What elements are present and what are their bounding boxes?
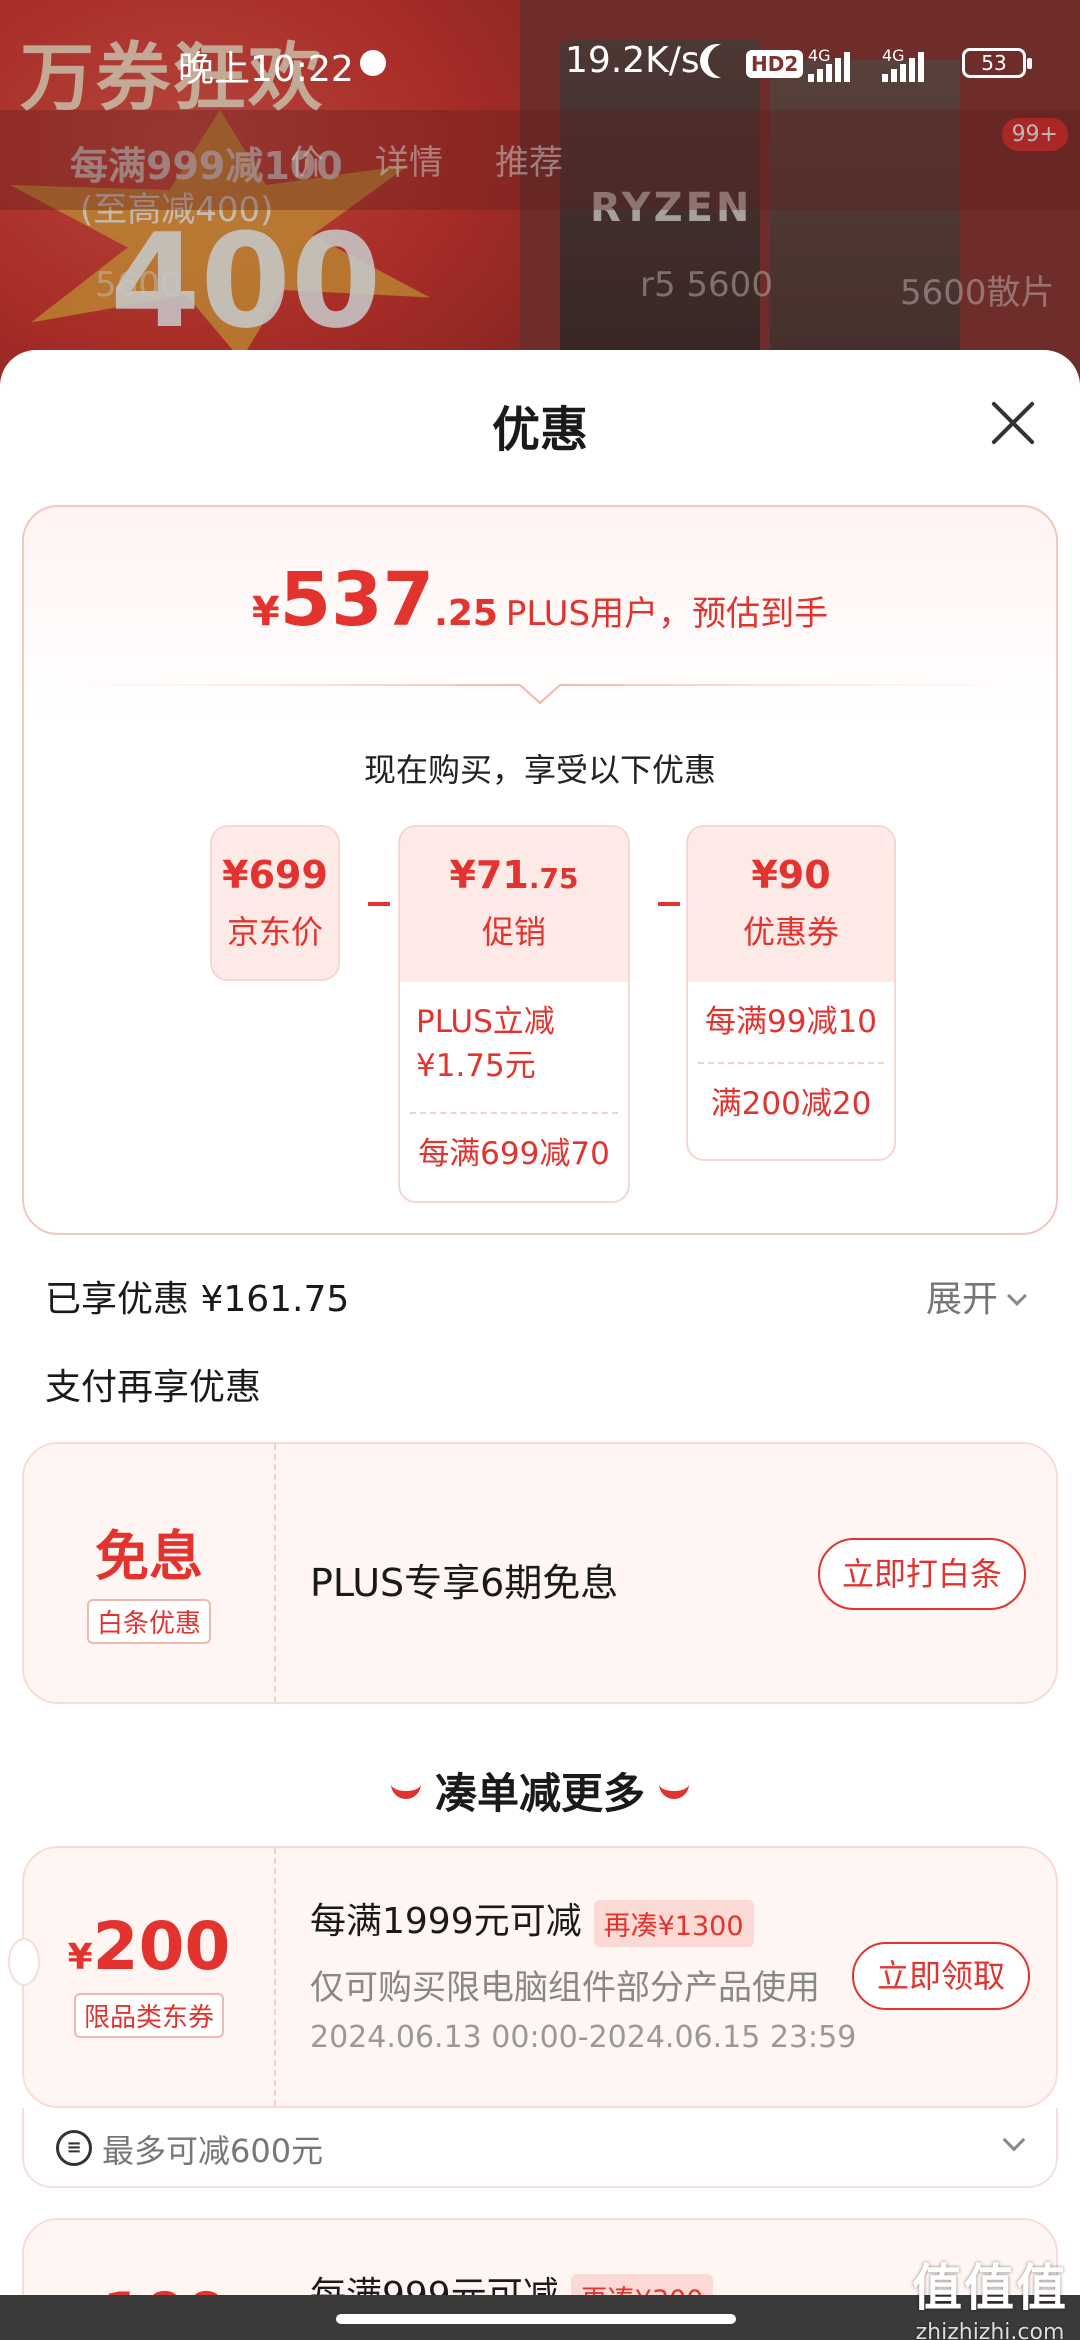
jd-price-currency: ¥ bbox=[222, 853, 249, 897]
smile-icon-2 bbox=[659, 1783, 689, 1799]
currency-symbol: ¥ bbox=[251, 589, 280, 635]
watermark: 值值值 zhizhizhi.com bbox=[912, 2248, 1068, 2340]
price-decimal: .25 bbox=[434, 593, 498, 634]
promo-currency: ¥ bbox=[449, 853, 476, 897]
baitiao-button[interactable]: 立即打白条 bbox=[818, 1538, 1026, 1610]
expand-label: 展开 bbox=[926, 1279, 999, 1320]
coupon-item-2: 满200减20 bbox=[710, 1086, 872, 1122]
jd-price-box: ¥699 京东价 bbox=[210, 825, 340, 981]
promo-item-plus: PLUS立减¥1.75元 bbox=[416, 1004, 555, 1084]
promo-item-threshold: 每满699减70 bbox=[418, 1136, 610, 1172]
baitiao-text: PLUS专享6期免息 bbox=[310, 1561, 619, 1605]
status-bar: 晚上10:22 19.2K/s HD2 4G 4G 53 bbox=[0, 30, 1080, 90]
more-title-text: 凑单减更多 bbox=[434, 1769, 645, 1818]
smile-icon bbox=[390, 1783, 421, 1799]
signal-bars-icon-2 bbox=[882, 52, 924, 82]
coupon-summary-box: ¥90 优惠券 每满99减10 满200减20 bbox=[686, 825, 896, 1161]
notification-icon bbox=[360, 50, 386, 76]
home-indicator[interactable] bbox=[336, 2314, 736, 2324]
minus-sign-2 bbox=[658, 902, 680, 906]
interest-free-label: 免息 bbox=[95, 1525, 203, 1588]
more-discount-title: 凑单减更多 bbox=[0, 1760, 1080, 1821]
chevron-down-icon bbox=[1002, 2128, 1026, 2152]
watermark-url: zhizhizhi.com bbox=[915, 2320, 1065, 2340]
price-label: PLUS用户，预估到手 bbox=[505, 594, 829, 634]
coupon-description: 仅可购买限电脑组件部分产品使用 bbox=[310, 1968, 820, 2008]
coupon-title: 每满1999元可减 再凑¥1300 bbox=[310, 1892, 754, 1947]
expand-button[interactable]: 展开 bbox=[926, 1270, 1027, 1322]
coupon-amount: 200 bbox=[92, 1908, 231, 1985]
now-buy-text: 现在购买，享受以下优惠 bbox=[363, 751, 716, 789]
discount-sheet: 优惠 ¥537.25 PLUS用户，预估到手 现在购买，享受以下优惠 ¥699 京… bbox=[0, 350, 1080, 2340]
signal-bars-icon bbox=[808, 52, 850, 82]
coupon-currency-symbol: ¥ bbox=[67, 1937, 93, 1978]
promo-value-int: 71 bbox=[475, 853, 529, 897]
network-speed: 19.2K/s bbox=[565, 40, 700, 81]
watermark-logo: 值值值 bbox=[912, 2259, 1068, 2317]
coupon-item-1: 每满99减10 bbox=[705, 1004, 877, 1040]
jd-price-value: 699 bbox=[248, 853, 328, 897]
minus-sign bbox=[368, 902, 390, 906]
coupon-title-text: 每满1999元可减 bbox=[310, 1901, 582, 1942]
coupon-left: ¥200 限品类东券 bbox=[24, 1848, 276, 2106]
status-time: 晚上10:22 bbox=[178, 49, 354, 90]
coupon-rule-icon: ≡ bbox=[56, 2130, 92, 2166]
coupon-validity: 2024.06.13 00:00-2024.06.15 23:59 bbox=[310, 2020, 857, 2055]
chevron-down-icon bbox=[1007, 1286, 1027, 1306]
coupon-label: 优惠券 bbox=[742, 913, 839, 951]
coupon-category-tag: 限品类东券 bbox=[73, 1993, 224, 2038]
baitiao-card: 免息 白条优惠 PLUS专享6期免息 立即打白条 bbox=[22, 1442, 1058, 1704]
coupon-gap-pill: 再凑¥1300 bbox=[593, 1899, 754, 1947]
enjoyed-discount: 已享优惠 ¥161.75 bbox=[45, 1279, 350, 1320]
estimated-price: ¥537.25 PLUS用户，预估到手 bbox=[24, 557, 1056, 643]
price-integer: 537 bbox=[279, 557, 435, 643]
baitiao-tag: 白条优惠 bbox=[86, 1599, 211, 1644]
sheet-title: 优惠 bbox=[491, 402, 588, 458]
divider-pointer bbox=[54, 684, 1026, 705]
coupon-value: 90 bbox=[777, 853, 831, 897]
close-icon[interactable] bbox=[988, 398, 1038, 448]
promo-label: 促销 bbox=[481, 913, 546, 951]
promo-value-dec: .75 bbox=[528, 862, 579, 895]
battery-icon: 53 bbox=[962, 48, 1032, 78]
baitiao-left: 免息 白条优惠 bbox=[24, 1444, 276, 1702]
pay-discount-title: 支付再享优惠 bbox=[45, 1367, 262, 1408]
coupon-currency: ¥ bbox=[751, 853, 778, 897]
jd-price-label: 京东价 bbox=[226, 913, 323, 951]
coupon-max-discount: 最多可减600元 bbox=[102, 2132, 324, 2170]
price-summary-card: ¥537.25PLUS用户，预估到手 现在购买，享受以下优惠 ¥699 京东价 bbox=[22, 505, 1058, 1235]
coupon-footer[interactable]: ≡ 最多可减600元 bbox=[22, 2108, 1058, 2188]
promo-box: ¥71.75 促销 PLUS立减¥1.75元 每满699减70 bbox=[398, 825, 630, 1203]
hd-badge: HD2 bbox=[746, 50, 804, 78]
claim-coupon-button[interactable]: 立即领取 bbox=[852, 1942, 1030, 2010]
moon-icon bbox=[708, 44, 742, 78]
coupon-card-200: ¥200 限品类东券 每满1999元可减 再凑¥1300 仅可购买限电脑组件部分产… bbox=[8, 1846, 1058, 2108]
